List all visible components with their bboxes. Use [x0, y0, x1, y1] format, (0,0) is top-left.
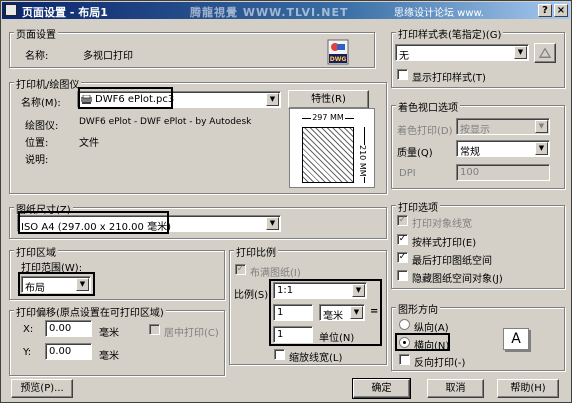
- scale-lineweights-box[interactable]: [274, 349, 285, 360]
- page-setup-group: 页面设置: [9, 26, 375, 68]
- highlight-landscape: [395, 333, 450, 351]
- plot-style-title: 打印样式表(笔指定)(G): [396, 26, 504, 41]
- chevron-down-icon[interactable]: ▼: [535, 120, 548, 133]
- plot-offset-title: 打印偏移(原点设置在可打印区域): [14, 304, 166, 319]
- page-setup-dialog: 页面设置 - 布局1 腾龍視覺 WWW.TLVI.NET 思缘设计论坛 www.…: [0, 0, 572, 403]
- highlight-plot-range: [18, 272, 95, 296]
- paper-height-label: 210 MM: [358, 145, 367, 177]
- watermark-tlvi: 腾龍視覺 WWW.TLVI.NET: [190, 6, 349, 19]
- plotter-value: DWF6 ePlot - DWF ePlot - by Autodesk: [79, 117, 252, 127]
- reverse-plot-box[interactable]: [399, 354, 410, 365]
- plot-style-value: 无: [399, 51, 409, 62]
- location-value: 文件: [79, 138, 99, 149]
- shade-plot-combo[interactable]: 按显示 ▼: [456, 118, 550, 136]
- watermark-missyuan: 思缘设计论坛 www.: [394, 8, 484, 19]
- plot-options-title: 打印选项: [396, 199, 440, 214]
- offset-y-label: Y:: [23, 347, 32, 358]
- location-label: 位置:: [25, 138, 49, 149]
- preview-button[interactable]: 预览(P)...: [11, 379, 73, 398]
- portrait-radio-dot[interactable]: [399, 319, 410, 330]
- title-bar[interactable]: 页面设置 - 布局1 腾龍視覺 WWW.TLVI.NET 思缘设计论坛 www.…: [2, 2, 570, 19]
- cancel-button[interactable]: 取消: [427, 379, 484, 398]
- plot-paperspace-last-label: 最后打印图纸空间: [412, 256, 492, 267]
- ok-button[interactable]: 确定: [352, 378, 411, 399]
- page-setup-name-label: 名称:: [25, 51, 49, 62]
- plot-with-styles-box[interactable]: ✓: [397, 234, 408, 245]
- quality-combo[interactable]: 常规 ▼: [456, 140, 550, 158]
- chevron-down-icon[interactable]: ▼: [266, 217, 279, 230]
- plot-scale-title: 打印比例: [234, 244, 278, 259]
- offset-y-unit: 毫米: [99, 351, 119, 362]
- plot-style-combo[interactable]: 无 ▼: [395, 44, 529, 62]
- quality-label: 质量(Q): [397, 148, 433, 159]
- plotter-label: 绘图仪:: [25, 121, 59, 132]
- highlight-printer: [78, 87, 173, 109]
- properties-button[interactable]: 特性(R): [288, 90, 369, 109]
- center-plot-box[interactable]: [149, 324, 160, 335]
- paper-height-dimension: 210 MM: [358, 127, 372, 183]
- plot-lineweights-label: 打印对象线宽: [412, 219, 472, 230]
- plot-area-title: 打印区域: [14, 244, 58, 259]
- plot-offset-group: 打印偏移(原点设置在可打印区域): [9, 304, 225, 376]
- page-setup-name-value: 多视口打印: [83, 51, 133, 62]
- orientation-title: 图形方向: [396, 301, 440, 316]
- edit-plot-style-button[interactable]: [534, 43, 556, 63]
- chevron-down-icon[interactable]: ▼: [535, 142, 548, 155]
- fit-to-paper-label: 布满图纸(I): [250, 268, 301, 279]
- plot-paperspace-last-box[interactable]: ✓: [397, 252, 408, 263]
- shaded-viewport-title: 着色视口选项: [396, 99, 460, 114]
- scale-label: 比例(S):: [234, 290, 272, 301]
- close-button[interactable]: ×: [554, 4, 568, 17]
- paper-preview: 297 MM 210 MM: [289, 108, 375, 188]
- help-button[interactable]: ?: [538, 4, 552, 17]
- offset-y-input[interactable]: 0.00: [45, 343, 92, 360]
- chevron-down-icon[interactable]: ▼: [514, 46, 527, 59]
- app-icon: [5, 4, 17, 16]
- dwg-file-icon: DWG: [327, 39, 349, 65]
- hide-paperspace-objects-label: 隐藏图纸空间对象(J): [412, 274, 503, 285]
- show-plot-styles-box[interactable]: [397, 69, 408, 80]
- dpi-label: DPI: [399, 168, 416, 179]
- hide-paperspace-objects-box[interactable]: [397, 270, 408, 281]
- portrait-label: 纵向(A): [414, 323, 449, 334]
- offset-y-value: 0.00: [49, 346, 72, 357]
- scale-lineweights-label: 缩放线宽(L): [289, 353, 343, 364]
- dpi-value: 100: [460, 167, 480, 178]
- dwg-icon-label: DWG: [330, 56, 347, 63]
- offset-x-value: 0.00: [49, 323, 72, 334]
- highlight-scale: [269, 279, 382, 346]
- paper-sheet: [302, 127, 354, 183]
- shade-plot-value: 按显示: [460, 125, 490, 136]
- window-title: 页面设置 - 布局1: [22, 6, 108, 19]
- offset-x-label: X:: [23, 324, 34, 335]
- offset-x-unit: 毫米: [99, 328, 119, 339]
- plot-with-styles-label: 按样式打印(E): [412, 238, 477, 249]
- center-plot-label: 居中打印(C): [164, 328, 219, 339]
- paper-width-dimension: 297 MM: [302, 113, 354, 123]
- page-setup-group-title: 页面设置: [14, 26, 58, 41]
- printer-name-label: 名称(M):: [21, 98, 61, 109]
- chevron-down-icon[interactable]: ▼: [266, 93, 279, 106]
- reverse-plot-label: 反向打印(-): [414, 358, 466, 369]
- printer-group-title: 打印机/绘图仪: [14, 76, 82, 91]
- plot-lineweights-box[interactable]: ✓: [397, 215, 408, 226]
- shade-plot-label: 着色打印(D): [397, 126, 453, 137]
- highlight-paper-size: [18, 211, 169, 234]
- paper-width-label: 297 MM: [311, 113, 345, 122]
- orientation-preview-icon: A: [503, 328, 529, 350]
- dpi-input[interactable]: 100: [456, 164, 550, 181]
- edit-style-icon: [538, 47, 552, 58]
- offset-x-input[interactable]: 0.00: [45, 320, 92, 337]
- fit-to-paper-box[interactable]: ✓: [235, 264, 246, 275]
- show-plot-styles-label: 显示打印样式(T): [412, 73, 486, 84]
- description-label: 说明:: [25, 155, 49, 166]
- help-dialog-button[interactable]: 帮助(H): [497, 379, 559, 398]
- quality-value: 常规: [460, 147, 480, 158]
